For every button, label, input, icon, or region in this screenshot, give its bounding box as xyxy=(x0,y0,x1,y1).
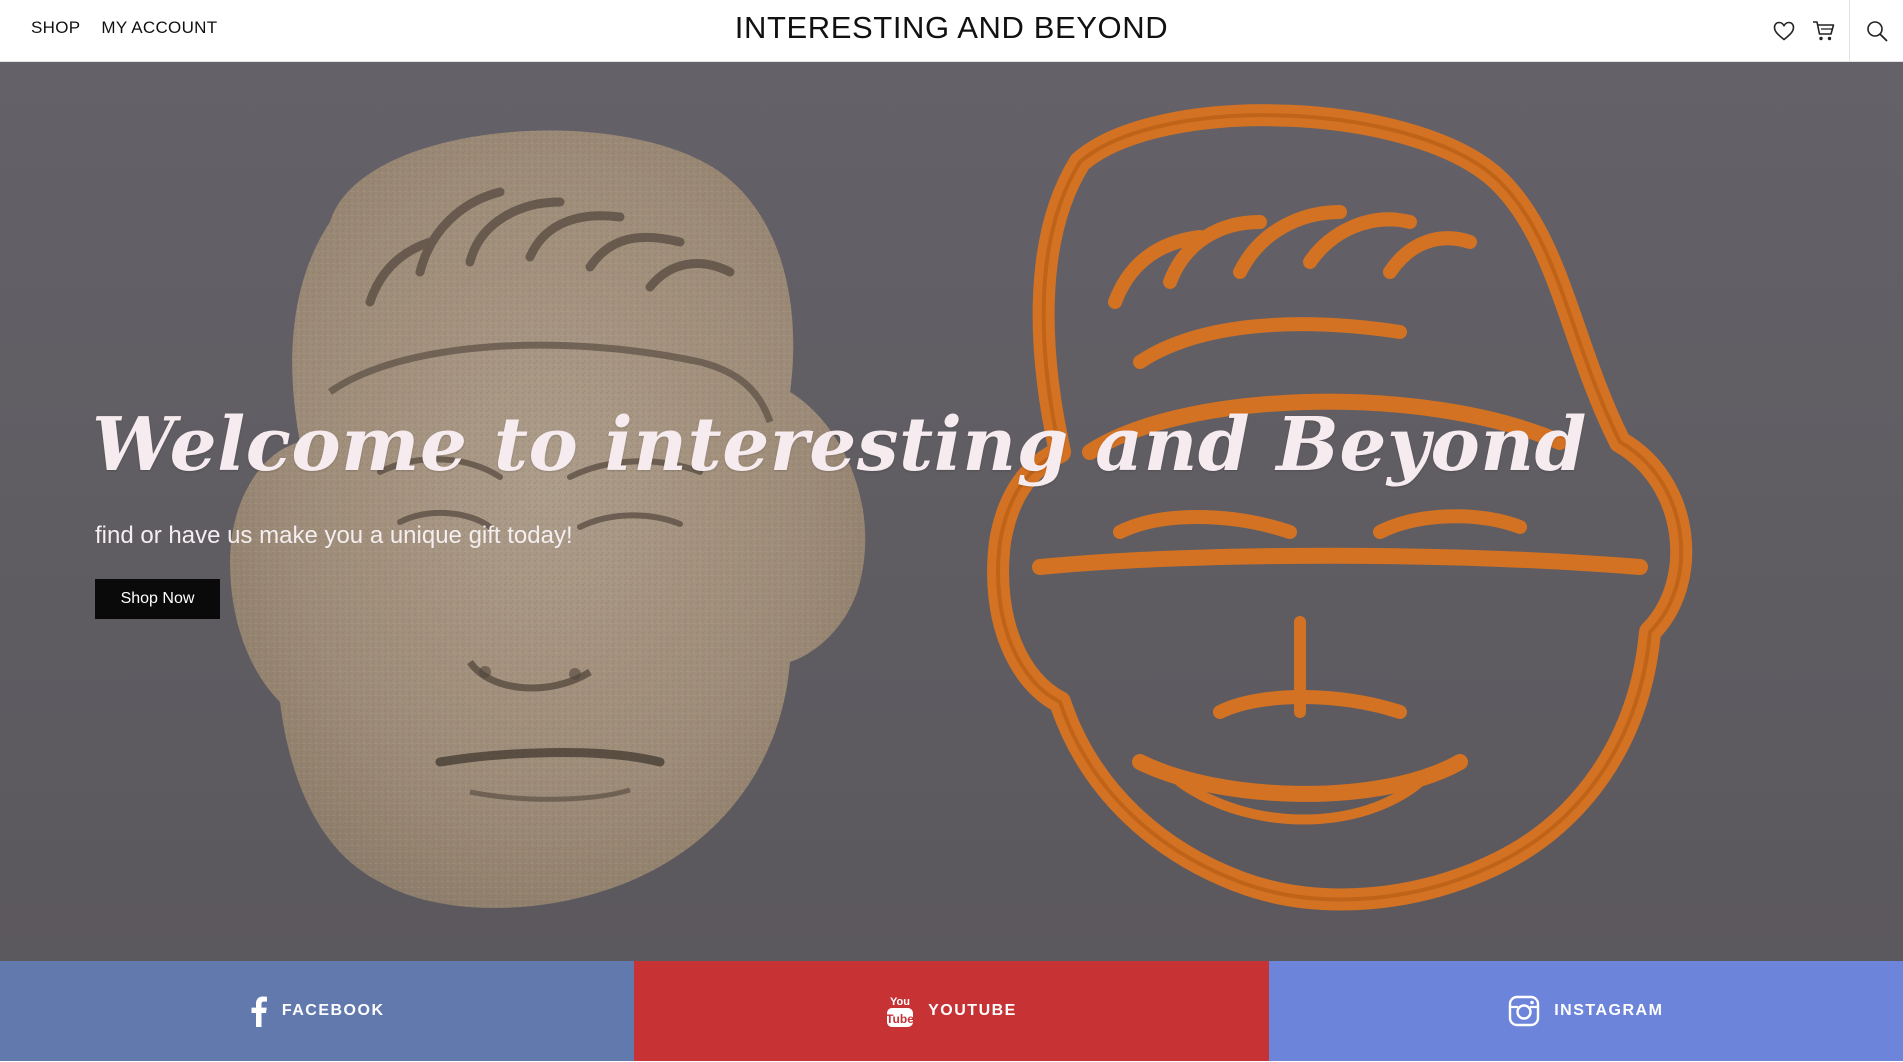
hero-subheading: find or have us make you a unique gift t… xyxy=(95,522,573,549)
nav-shop-link[interactable]: SHOP xyxy=(31,18,80,38)
youtube-icon: You Tube xyxy=(886,996,914,1027)
social-links-bar: FACEBOOK You Tube YOUTUBE INSTAGRAM xyxy=(0,961,1903,1061)
site-title: INTERESTING AND BEYOND xyxy=(0,10,1903,46)
hero-overlay xyxy=(0,62,1903,961)
cart-icon xyxy=(1813,21,1835,41)
wishlist-button[interactable] xyxy=(1764,11,1804,51)
shop-now-button[interactable]: Shop Now xyxy=(95,579,220,619)
hero-heading: Welcome to interesting and Beyond xyxy=(92,402,1587,488)
heart-icon xyxy=(1773,21,1795,41)
site-title-link[interactable]: INTERESTING AND BEYOND xyxy=(735,10,1169,45)
youtube-label: YOUTUBE xyxy=(928,1002,1017,1019)
site-header: SHOP MY ACCOUNT INTERESTING AND BEYOND xyxy=(0,0,1903,62)
facebook-icon xyxy=(251,996,267,1027)
instagram-link[interactable]: INSTAGRAM xyxy=(1268,961,1903,1061)
nav-my-account-link[interactable]: MY ACCOUNT xyxy=(101,18,217,38)
header-actions xyxy=(1764,0,1903,62)
facebook-label: FACEBOOK xyxy=(281,1002,385,1019)
facebook-link[interactable]: FACEBOOK xyxy=(0,961,635,1061)
primary-nav: SHOP MY ACCOUNT xyxy=(31,18,217,38)
hero-banner: Welcome to interesting and Beyond find o… xyxy=(0,62,1903,961)
svg-text:You: You xyxy=(890,996,910,1008)
instagram-icon xyxy=(1509,995,1540,1027)
search-button[interactable] xyxy=(1849,0,1903,62)
svg-text:Tube: Tube xyxy=(886,1012,914,1026)
cart-button[interactable] xyxy=(1804,11,1844,51)
instagram-label: INSTAGRAM xyxy=(1554,1002,1664,1019)
youtube-link[interactable]: You Tube YOUTUBE xyxy=(634,961,1269,1061)
search-icon xyxy=(1866,21,1887,42)
